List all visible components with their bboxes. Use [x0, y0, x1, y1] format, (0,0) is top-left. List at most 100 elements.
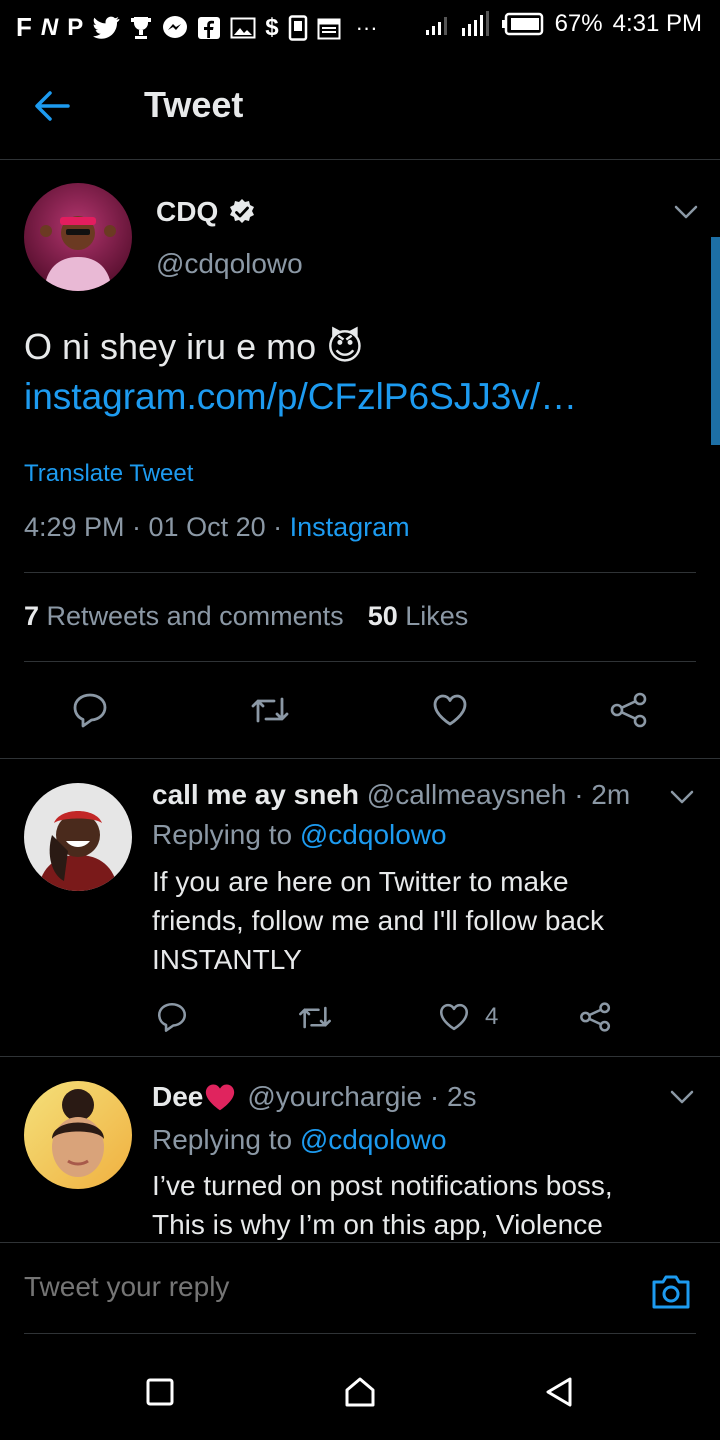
comment-icon: [157, 1002, 187, 1032]
reply-button[interactable]: [70, 690, 110, 730]
calendar-icon: [317, 16, 341, 40]
page-title: Tweet: [144, 84, 244, 125]
author-avatar[interactable]: [24, 183, 132, 291]
retweets-stat[interactable]: 7 Retweets and comments: [24, 601, 344, 632]
status-bar: F N P $ ··· 67% 4:31 PM: [0, 0, 720, 52]
home-icon: [345, 1377, 375, 1407]
reply-handle-time[interactable]: @callmeaysneh · 2m: [367, 779, 630, 810]
facebook-icon: F: [16, 12, 32, 42]
translate-tweet-link[interactable]: Translate Tweet: [24, 460, 193, 488]
replying-to-label: Replying to: [152, 1124, 300, 1155]
triangle-back-icon: [546, 1377, 572, 1407]
p-app-icon: P: [67, 13, 84, 41]
reply-author-name[interactable]: Dee: [152, 1081, 203, 1113]
like-button[interactable]: [430, 690, 470, 730]
reply-header: call me ay sneh @callmeaysneh · 2m: [152, 779, 630, 811]
replying-to-handle[interactable]: @cdqolowo: [300, 1124, 447, 1155]
tweet-menu-button[interactable]: [672, 202, 700, 222]
scrollbar[interactable]: [711, 237, 720, 445]
reply-item[interactable]: call me ay sneh @callmeaysneh · 2m Reply…: [0, 759, 720, 1055]
heart-icon: [439, 1003, 469, 1031]
tweet-text: O ni shey iru e mo 😈: [24, 326, 364, 367]
heart-icon: [433, 694, 467, 726]
camera-icon: [652, 1275, 690, 1309]
reply-composer: [0, 1242, 720, 1334]
reply-header: Dee @yourchargie · 2s: [152, 1081, 477, 1113]
reply-like-button[interactable]: 4: [437, 1000, 498, 1034]
reply-avatar[interactable]: [24, 783, 132, 891]
arrow-left-icon: [35, 91, 70, 121]
retweet-button[interactable]: [248, 692, 292, 728]
reply-comment-button[interactable]: [155, 1000, 189, 1034]
reply-text-line: friends, follow me and I'll follow back: [152, 905, 604, 936]
reply-text: I’ve turned on post notifications boss, …: [152, 1166, 712, 1241]
retweets-count: 7: [24, 601, 40, 631]
retweet-icon: [251, 697, 289, 723]
tweet-link[interactable]: instagram.com/p/CFzlP6SJJ3v/…: [24, 372, 704, 422]
reply-share-button[interactable]: [578, 1000, 613, 1034]
replying-to-handle[interactable]: @cdqolowo: [300, 819, 447, 850]
back-button[interactable]: [32, 86, 80, 126]
divider: [24, 1333, 696, 1334]
system-nav-bar: [0, 1336, 720, 1440]
notification-icons: F N P $ ···: [16, 12, 378, 43]
app-header: Tweet: [0, 52, 720, 160]
home-button[interactable]: [344, 1376, 376, 1408]
replying-to: Replying to @cdqolowo: [152, 819, 447, 851]
author-name[interactable]: CDQ: [156, 196, 218, 228]
reply-avatar[interactable]: [24, 1081, 132, 1189]
likes-count: 50: [367, 601, 398, 631]
facebook-square-icon: [197, 16, 221, 40]
square-icon: [146, 1378, 174, 1406]
divider: [24, 661, 696, 662]
battery-percent: 67%: [554, 10, 603, 37]
share-icon: [610, 692, 647, 728]
sim-icon: [288, 14, 308, 41]
retweets-label: Retweets and comments: [46, 601, 344, 631]
share-button[interactable]: [608, 690, 650, 730]
dollar-icon: $: [265, 13, 279, 41]
clock: 4:31 PM: [612, 10, 702, 37]
chevron-down-icon: [670, 1090, 694, 1104]
reply-text: If you are here on Twitter to make frien…: [152, 862, 712, 979]
verified-badge-icon: [228, 198, 256, 226]
reply-author-name[interactable]: call me ay sneh: [152, 779, 359, 810]
tweet-source[interactable]: Instagram: [290, 512, 410, 542]
chevron-down-icon: [674, 205, 698, 219]
reply-text-line: This is why I’m on this app, Violence: [152, 1209, 603, 1240]
recent-apps-button[interactable]: [146, 1378, 174, 1406]
messenger-icon: [162, 15, 188, 41]
nairaland-icon: N: [40, 13, 59, 41]
author-name-row: CDQ: [156, 196, 256, 228]
reply-handle-time[interactable]: @yourchargie · 2s: [247, 1081, 476, 1113]
tweet-timestamp: 4:29 PM · 01 Oct 20 ·: [24, 512, 290, 542]
tweet-meta: 4:29 PM · 01 Oct 20 · Instagram: [24, 512, 410, 543]
camera-button[interactable]: [650, 1273, 692, 1311]
tweet-stats: 7 Retweets and comments 50 Likes: [24, 601, 468, 632]
likes-label: Likes: [405, 601, 469, 631]
more-notifications: ···: [355, 14, 378, 40]
chevron-down-icon: [670, 790, 694, 804]
reply-item[interactable]: Dee @yourchargie · 2s Replying to @cdqol…: [0, 1057, 720, 1241]
back-nav-button[interactable]: [544, 1376, 574, 1408]
likes-stat[interactable]: 50 Likes: [368, 601, 469, 632]
reply-menu-button[interactable]: [668, 1087, 696, 1107]
system-status: 67% 4:31 PM: [425, 10, 702, 38]
reply-text-line: If you are here on Twitter to make: [152, 866, 569, 897]
reply-input[interactable]: [24, 1261, 624, 1313]
reply-text-line: I’ve turned on post notifications boss,: [152, 1170, 613, 1201]
replying-to-label: Replying to: [152, 819, 300, 850]
reply-menu-button[interactable]: [668, 787, 696, 807]
gallery-icon: [230, 16, 256, 40]
battery-icon: [501, 12, 545, 36]
reply-text-line: INSTANTLY: [152, 944, 302, 975]
twitter-bird-icon: [92, 16, 120, 40]
retweet-icon: [299, 1006, 331, 1029]
trophy-icon: [129, 15, 153, 41]
divider: [24, 572, 696, 573]
replying-to: Replying to @cdqolowo: [152, 1124, 447, 1156]
reply-like-count: 4: [485, 1003, 499, 1030]
tweet-body: O ni shey iru e mo 😈 instagram.com/p/CFz…: [24, 322, 704, 422]
author-handle[interactable]: @cdqolowo: [156, 248, 303, 280]
reply-retweet-button[interactable]: [296, 1002, 334, 1033]
